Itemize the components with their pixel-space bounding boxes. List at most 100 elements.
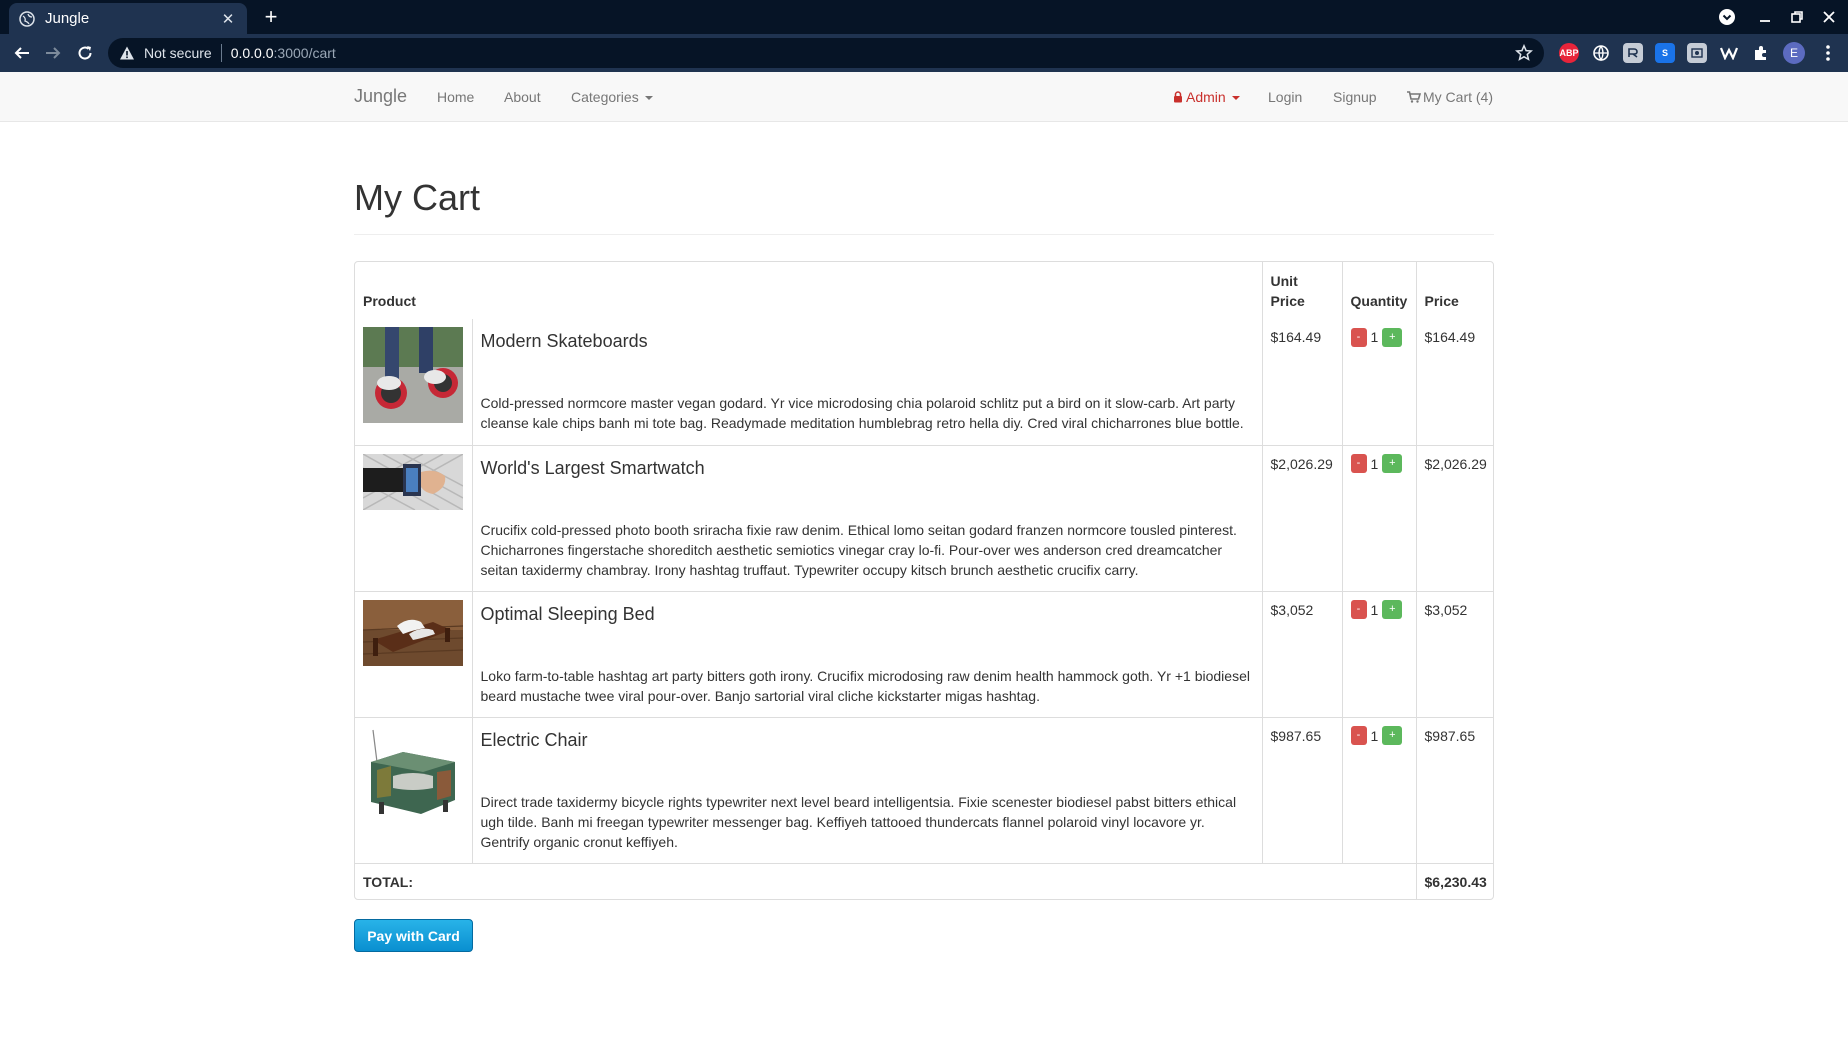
decrease-quantity-button[interactable]: - <box>1350 454 1367 473</box>
nav-login[interactable]: Login <box>1268 89 1302 105</box>
product-image-sleeping-bed[interactable] <box>363 599 463 666</box>
unit-price-cell: $987.65 <box>1262 717 1343 864</box>
close-tab-icon[interactable]: ✕ <box>219 10 237 28</box>
table-row: Electric Chair Direct trade taxidermy bi… <box>355 717 1493 864</box>
line-price-cell: $2,026.29 <box>1416 445 1493 592</box>
browser-toolbar: Not secure 0.0.0.0 :3000/cart ABP S E <box>0 34 1848 72</box>
quantity-cell: - 1 + <box>1342 717 1417 864</box>
browser-menu-icon[interactable] <box>1818 42 1838 64</box>
restore-window-icon[interactable] <box>1786 6 1808 28</box>
product-name[interactable]: World's Largest Smartwatch <box>481 456 1254 480</box>
s-extension-icon[interactable]: S <box>1655 43 1675 63</box>
quantity-stepper: - 1 + <box>1350 726 1408 746</box>
quantity-stepper: - 1 + <box>1350 454 1408 474</box>
product-name[interactable]: Modern Skateboards <box>481 329 1254 353</box>
cart-table-panel: Product Unit Price Quantity Price Modern… <box>354 261 1494 900</box>
quantity-stepper: - 1 + <box>1350 327 1408 347</box>
increase-quantity-button[interactable]: + <box>1382 600 1403 619</box>
browser-tab-strip: Jungle ✕ + <box>0 0 1848 34</box>
page-header: My Cart <box>354 178 1494 235</box>
product-details-cell: Electric Chair Direct trade taxidermy bi… <box>472 717 1263 864</box>
nav-admin-label: Admin <box>1186 89 1226 105</box>
tab-title: Jungle <box>45 10 90 27</box>
decrease-quantity-button[interactable]: - <box>1350 600 1367 619</box>
globe-extension-icon[interactable] <box>1591 43 1611 63</box>
profile-avatar[interactable]: E <box>1783 42 1805 64</box>
chevron-down-icon <box>1231 96 1240 101</box>
product-image-cell <box>355 591 473 718</box>
nav-signup[interactable]: Signup <box>1333 89 1377 105</box>
cart-table-header-row: Product Unit Price Quantity Price <box>355 262 1493 319</box>
nav-home[interactable]: Home <box>437 89 474 105</box>
page-title: My Cart <box>354 177 480 218</box>
photo-extension-icon[interactable] <box>1687 43 1707 63</box>
line-price-cell: $3,052 <box>1416 591 1493 718</box>
product-details-cell: World's Largest Smartwatch Crucifix cold… <box>472 445 1263 592</box>
quantity-value: 1 <box>1370 601 1379 618</box>
cart-table: Product Unit Price Quantity Price Modern… <box>355 262 1493 899</box>
increase-quantity-button[interactable]: + <box>1382 454 1403 473</box>
forward-arrow-icon[interactable] <box>42 42 64 64</box>
reload-icon[interactable] <box>74 42 96 64</box>
product-image-electric-chair[interactable] <box>363 725 463 822</box>
line-price-cell: $164.49 <box>1416 319 1493 446</box>
quantity-value: 1 <box>1370 727 1379 744</box>
media-control-icon[interactable] <box>1716 6 1738 28</box>
decrease-quantity-button[interactable]: - <box>1350 726 1367 745</box>
product-name[interactable]: Electric Chair <box>481 728 1254 752</box>
minimize-window-icon[interactable] <box>1754 6 1776 28</box>
unit-price-cell: $164.49 <box>1262 319 1343 446</box>
product-description: Crucifix cold-pressed photo booth srirac… <box>480 521 1237 578</box>
back-arrow-icon[interactable] <box>11 42 33 64</box>
bookmark-star-icon[interactable] <box>1514 43 1534 63</box>
increase-quantity-button[interactable]: + <box>1382 327 1403 347</box>
header-price: Price <box>1424 293 1459 309</box>
table-row: World's Largest Smartwatch Crucifix cold… <box>355 445 1493 592</box>
brand-link[interactable]: Jungle <box>354 86 407 107</box>
browser-tab[interactable]: Jungle ✕ <box>9 3 247 34</box>
total-row: TOTAL: $6,230.43 <box>355 863 1493 899</box>
total-label: TOTAL: <box>355 863 1417 899</box>
close-window-icon[interactable] <box>1818 6 1840 28</box>
pay-with-card-button[interactable]: Pay with Card <box>354 919 473 952</box>
nav-categories-dropdown[interactable]: Categories <box>571 89 653 105</box>
extensions-puzzle-icon[interactable] <box>1751 43 1771 63</box>
quantity-cell: - 1 + <box>1342 445 1417 592</box>
url-path: :3000/cart <box>273 45 336 61</box>
lock-icon <box>1174 91 1182 103</box>
quantity-value: 1 <box>1370 455 1379 472</box>
nav-about[interactable]: About <box>504 89 541 105</box>
adblock-extension-icon[interactable]: ABP <box>1559 43 1579 63</box>
header-product: Product <box>355 262 1263 319</box>
table-row: Optimal Sleeping Bed Loko farm-to-table … <box>355 591 1493 718</box>
wappalyzer-extension-icon[interactable] <box>1719 43 1739 63</box>
address-divider <box>220 44 222 62</box>
warning-icon[interactable] <box>118 44 136 62</box>
address-bar[interactable]: Not secure 0.0.0.0 :3000/cart <box>108 38 1544 68</box>
shopping-cart-icon <box>1407 91 1422 103</box>
nav-admin-dropdown[interactable]: Admin <box>1173 89 1240 105</box>
product-image-cell <box>355 445 473 592</box>
increase-quantity-button[interactable]: + <box>1382 726 1403 745</box>
unit-price-cell: $3,052 <box>1262 591 1343 718</box>
url-host: 0.0.0.0 <box>230 45 274 61</box>
product-image-cell <box>355 717 473 864</box>
header-unit-price-line1: Unit <box>1270 273 1298 289</box>
unit-price-cell: $2,026.29 <box>1262 445 1343 592</box>
quantity-cell: - 1 + <box>1342 591 1417 718</box>
product-description: Loko farm-to-table hashtag art party bit… <box>480 667 1250 704</box>
globe-icon <box>19 10 35 27</box>
reader-extension-icon[interactable] <box>1623 43 1643 63</box>
quantity-value: 1 <box>1370 329 1379 345</box>
header-unit-price-line2: Price <box>1270 293 1305 309</box>
nav-my-cart[interactable]: My Cart (4) <box>1407 89 1493 105</box>
product-details-cell: Optimal Sleeping Bed Loko farm-to-table … <box>472 591 1263 718</box>
security-status[interactable]: Not secure <box>144 45 212 61</box>
new-tab-button[interactable]: + <box>260 6 282 28</box>
product-image-skateboards[interactable] <box>363 327 463 423</box>
total-value: $6,230.43 <box>1424 873 1487 890</box>
product-name[interactable]: Optimal Sleeping Bed <box>481 602 1254 626</box>
product-image-smartwatch[interactable] <box>363 453 463 510</box>
header-unit-price: Unit Price <box>1262 262 1343 319</box>
decrease-quantity-button[interactable]: - <box>1350 327 1367 347</box>
